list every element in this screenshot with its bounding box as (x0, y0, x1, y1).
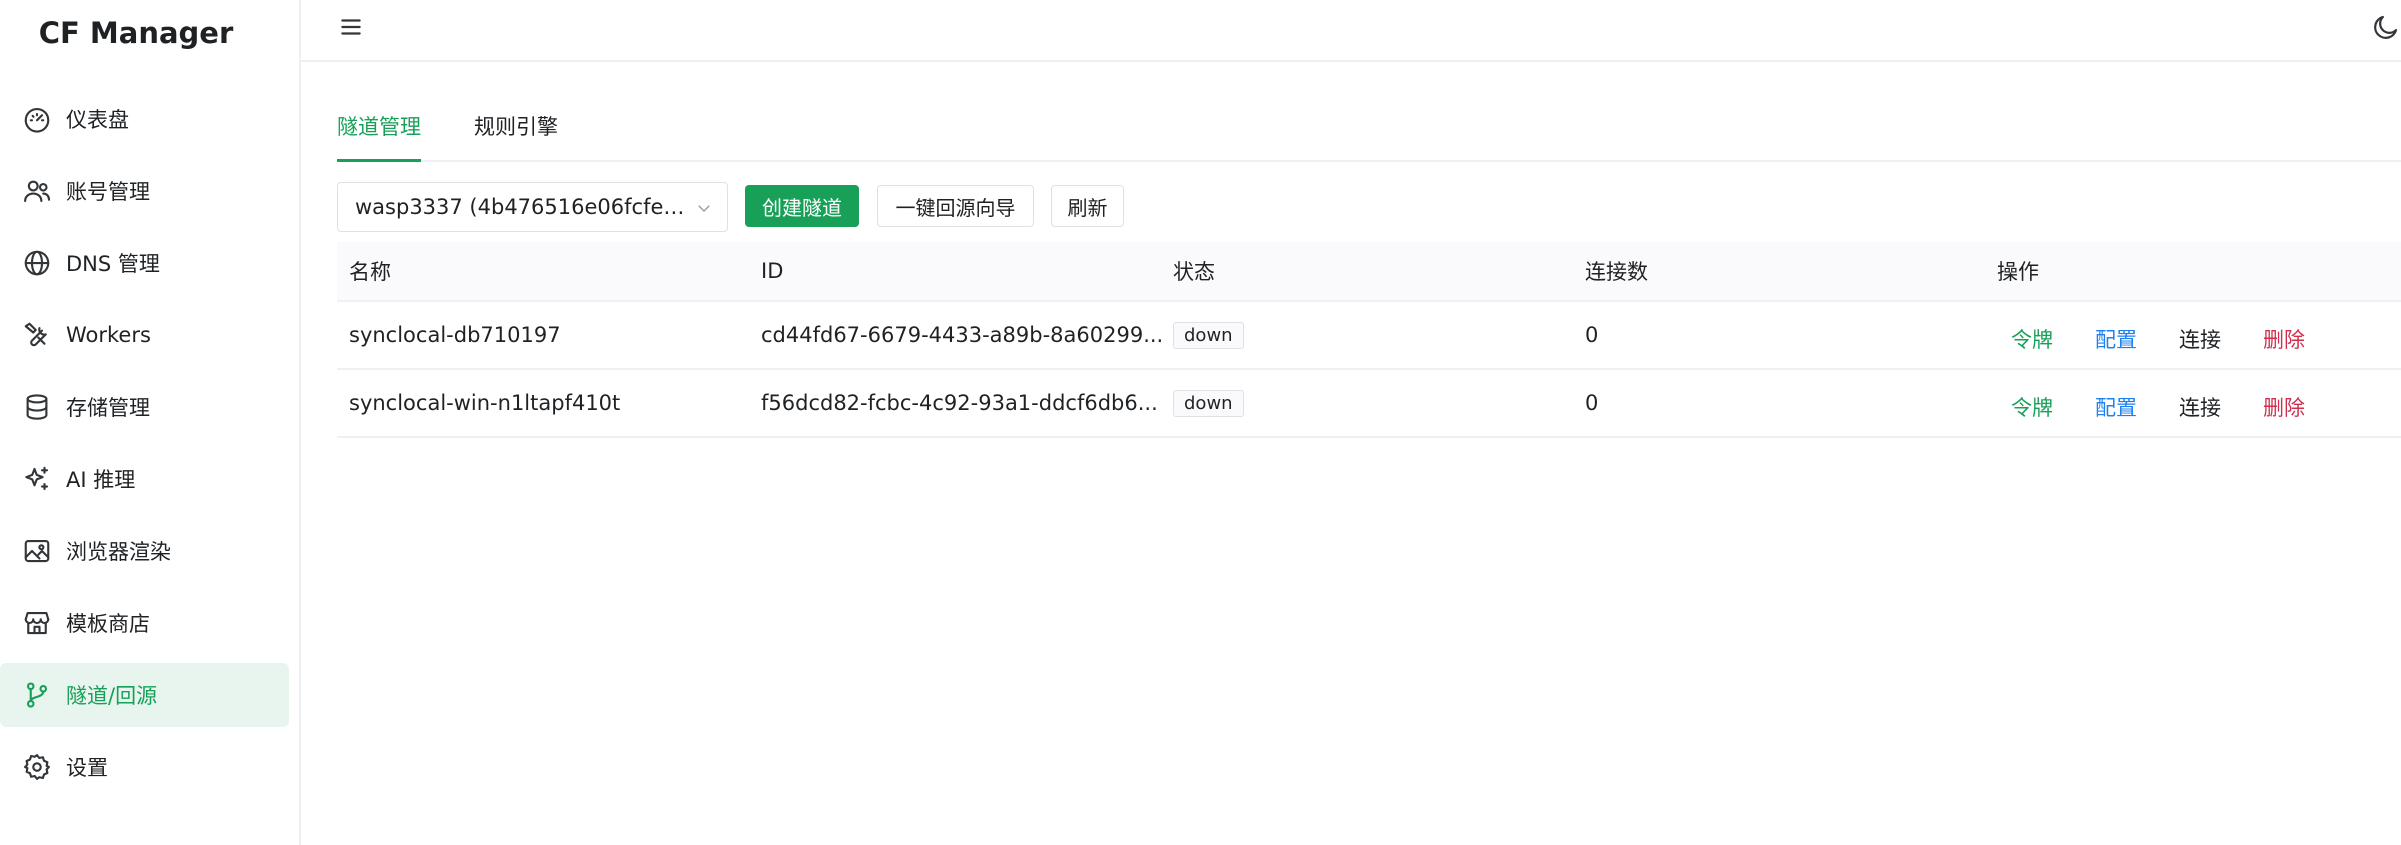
image-icon (22, 536, 52, 566)
token-link[interactable]: 令牌 (2011, 324, 2053, 354)
store-icon (22, 608, 52, 638)
table-row: synclocal-db710197 cd44fd67-6679-4433-a8… (337, 302, 2401, 370)
sidebar-item-ai[interactable]: AI 推理 (0, 447, 289, 511)
token-link[interactable]: 令牌 (2011, 392, 2053, 422)
sidebar-item-dns[interactable]: DNS 管理 (0, 231, 289, 295)
column-header-connections: 连接数 (1585, 260, 1648, 284)
column-header-id: ID (761, 259, 784, 283)
sparkles-icon (22, 464, 52, 494)
sidebar-item-label: 隧道/回源 (66, 684, 158, 708)
menu-toggle-icon[interactable] (338, 14, 364, 40)
tunnel-name: synclocal-db710197 (349, 323, 561, 347)
create-tunnel-button[interactable]: 创建隧道 (745, 185, 859, 227)
table-header: 名称 ID 状态 连接数 操作 (337, 242, 2401, 302)
config-link[interactable]: 配置 (2095, 324, 2137, 354)
connect-link[interactable]: 连接 (2179, 324, 2221, 354)
sidebar-item-settings[interactable]: 设置 (0, 735, 289, 799)
column-header-status: 状态 (1173, 260, 1215, 284)
tunnel-id: cd44fd67-6679-4433-a89b-8a60299... (761, 323, 1164, 347)
config-link[interactable]: 配置 (2095, 392, 2137, 422)
database-icon (22, 392, 52, 422)
status-badge: down (1173, 321, 1244, 349)
sidebar-item-label: 存储管理 (66, 396, 150, 420)
sidebar-item-label: 设置 (66, 756, 108, 780)
sidebar-item-accounts[interactable]: 账号管理 (0, 159, 289, 223)
git-branch-icon (22, 680, 52, 710)
sidebar-item-tunnels[interactable]: 隧道/回源 (0, 663, 289, 727)
tab-tunnel-management[interactable]: 隧道管理 (337, 108, 421, 162)
connection-count: 0 (1585, 391, 1599, 415)
sidebar-item-template-store[interactable]: 模板商店 (0, 591, 289, 655)
dashboard-icon (22, 104, 52, 134)
table-row: synclocal-win-n1ltapf410t f56dcd82-fcbc-… (337, 370, 2401, 438)
top-header (301, 0, 2401, 62)
tools-icon (22, 320, 52, 350)
sidebar-item-label: DNS 管理 (66, 252, 160, 276)
tab-bar: 隧道管理 规则引擎 (337, 108, 2401, 162)
status-cell: down (1173, 302, 1244, 368)
moon-icon[interactable] (2371, 12, 2401, 42)
main-content: 隧道管理 规则引擎 wasp3337 (4b476516e06fcfe92...… (337, 62, 2401, 845)
tab-rule-engine[interactable]: 规则引擎 (474, 108, 558, 162)
app-title: CF Manager (38, 16, 234, 50)
origin-wizard-button[interactable]: 一键回源向导 (877, 185, 1034, 227)
users-icon (22, 176, 52, 206)
status-cell: down (1173, 370, 1244, 436)
sidebar-nav: 仪表盘 账号管理 DNS 管理 Workers 存储管理 AI 推理 浏览器渲染… (0, 87, 301, 807)
sidebar-item-label: 账号管理 (66, 180, 150, 204)
sidebar-item-label: AI 推理 (66, 468, 136, 492)
refresh-button[interactable]: 刷新 (1051, 185, 1124, 227)
delete-link[interactable]: 删除 (2263, 392, 2305, 422)
gear-icon (22, 752, 52, 782)
chevron-down-icon (695, 198, 713, 216)
sidebar-item-label: 浏览器渲染 (66, 540, 171, 564)
column-header-name: 名称 (349, 260, 391, 284)
tunnel-table: 名称 ID 状态 连接数 操作 synclocal-db710197 cd44f… (337, 242, 2401, 438)
tunnel-name: synclocal-win-n1ltapf410t (349, 391, 621, 415)
sidebar-item-label: 仪表盘 (66, 108, 129, 132)
sidebar-item-label: Workers (66, 323, 151, 347)
toolbar: wasp3337 (4b476516e06fcfe92... 创建隧道 一键回源… (337, 182, 2401, 232)
column-header-actions: 操作 (1997, 260, 2039, 284)
delete-link[interactable]: 删除 (2263, 324, 2305, 354)
sidebar-item-workers[interactable]: Workers (0, 303, 289, 367)
sidebar: CF Manager 仪表盘 账号管理 DNS 管理 Workers 存储管理 … (0, 0, 301, 845)
sidebar-item-storage[interactable]: 存储管理 (0, 375, 289, 439)
tunnel-id: f56dcd82-fcbc-4c92-93a1-ddcf6db6... (761, 391, 1158, 415)
sidebar-item-browser-render[interactable]: 浏览器渲染 (0, 519, 289, 583)
connection-count: 0 (1585, 323, 1599, 347)
account-select[interactable]: wasp3337 (4b476516e06fcfe92... (337, 182, 728, 232)
connect-link[interactable]: 连接 (2179, 392, 2221, 422)
status-badge: down (1173, 389, 1244, 417)
sidebar-item-label: 模板商店 (66, 612, 150, 636)
account-select-value: wasp3337 (4b476516e06fcfe92... (355, 195, 685, 219)
sidebar-item-dashboard[interactable]: 仪表盘 (0, 87, 289, 151)
globe-icon (22, 248, 52, 278)
